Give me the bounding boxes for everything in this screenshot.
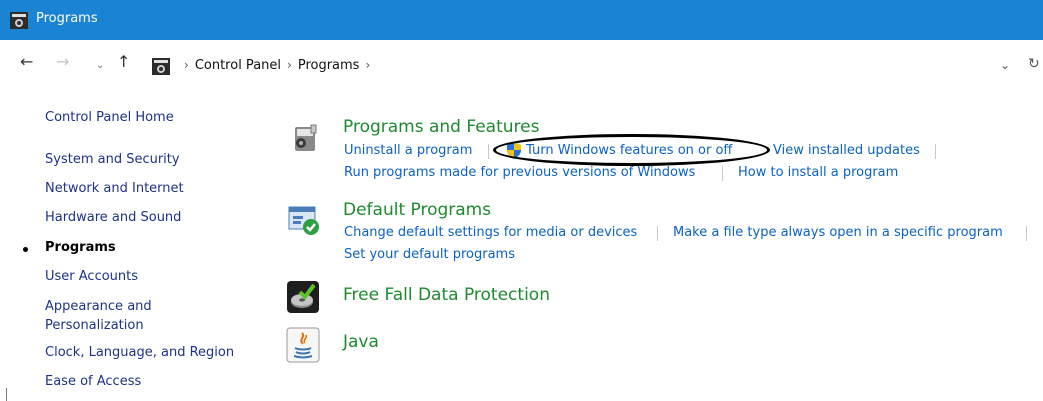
window-title: Programs (36, 11, 98, 26)
default-programs-icon[interactable] (288, 204, 320, 236)
java-icon[interactable] (286, 327, 320, 363)
free-fall-protection-icon[interactable] (286, 280, 320, 314)
uninstall-program-link[interactable]: Uninstall a program (344, 143, 472, 159)
window-edge (6, 388, 7, 401)
breadcrumb-control-panel[interactable]: Control Panel (195, 58, 281, 73)
sidebar-item-ease-of-access[interactable]: Ease of Access (45, 373, 141, 390)
change-default-settings-link[interactable]: Change default settings for media or dev… (344, 225, 637, 241)
set-default-programs-link[interactable]: Set your default programs (344, 247, 515, 263)
sidebar-item-network-internet[interactable]: Network and Internet (45, 180, 184, 197)
link-separator (1026, 226, 1027, 241)
sidebar-item-clock-language-region[interactable]: Clock, Language, and Region (45, 344, 234, 361)
back-arrow-icon[interactable]: ← (20, 54, 33, 70)
link-separator (657, 226, 658, 241)
free-fall-protection-title[interactable]: Free Fall Data Protection (343, 285, 550, 305)
control-panel-icon (152, 58, 170, 75)
breadcrumb-programs[interactable]: Programs (298, 58, 360, 73)
refresh-icon[interactable]: ↻ (1028, 56, 1040, 72)
highlight-ellipse (493, 134, 770, 166)
current-item-bullet (23, 247, 28, 252)
file-type-association-link[interactable]: Make a file type always open in a specif… (673, 225, 1003, 241)
sidebar-item-appearance[interactable]: Appearance and (45, 298, 152, 315)
sidebar-item-control-panel-home[interactable]: Control Panel Home (45, 109, 174, 126)
how-to-install-link[interactable]: How to install a program (738, 165, 898, 181)
breadcrumb-separator[interactable]: › (178, 58, 195, 72)
sidebar-item-personalization[interactable]: Personalization (45, 317, 144, 334)
breadcrumb-separator[interactable]: › (281, 58, 298, 72)
view-installed-updates-link[interactable]: View installed updates (773, 143, 920, 159)
up-arrow-icon[interactable]: ↑ (117, 54, 130, 70)
breadcrumb-separator[interactable]: › (359, 58, 376, 72)
sidebar-item-system-security[interactable]: System and Security (45, 151, 180, 168)
programs-features-title[interactable]: Programs and Features (343, 117, 539, 137)
sidebar-item-programs: Programs (45, 240, 116, 255)
breadcrumb: › Control Panel › Programs › (178, 58, 376, 73)
recent-locations-icon[interactable]: ⌄ (96, 58, 104, 74)
forward-arrow-icon[interactable]: → (56, 54, 69, 70)
sidebar: Control Panel Home System and Security N… (0, 90, 270, 401)
sidebar-item-user-accounts[interactable]: User Accounts (45, 268, 138, 285)
java-title[interactable]: Java (343, 332, 379, 352)
link-separator (722, 166, 723, 181)
link-separator (935, 144, 936, 159)
default-programs-title[interactable]: Default Programs (343, 200, 491, 220)
sidebar-item-hardware-sound[interactable]: Hardware and Sound (45, 209, 181, 226)
control-panel-icon (10, 12, 28, 29)
run-old-programs-link[interactable]: Run programs made for previous versions … (344, 165, 695, 181)
programs-features-icon[interactable] (288, 122, 320, 154)
link-separator (488, 144, 489, 159)
title-bar: Programs (0, 0, 1043, 40)
address-dropdown-icon[interactable]: ⌄ (1000, 58, 1010, 72)
